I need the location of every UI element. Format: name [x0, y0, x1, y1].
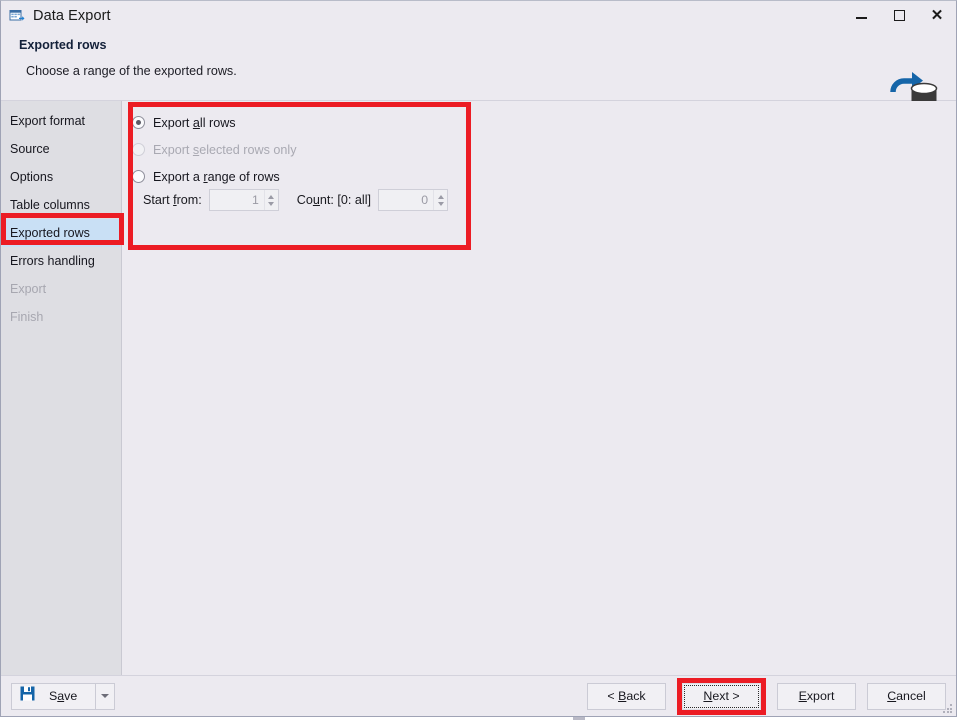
back-button-label: < Back	[607, 689, 646, 703]
next-button-label: Next >	[703, 689, 740, 703]
sidebar-item-exported-rows[interactable]: Exported rows	[2, 219, 120, 247]
save-button-label: Save	[49, 689, 78, 703]
save-dropdown-button[interactable]	[95, 683, 114, 709]
sidebar-item-errors-handling[interactable]: Errors handling	[2, 247, 120, 275]
start-from-spin-arrows[interactable]	[263, 190, 278, 210]
title-bar: Data Export ✕	[1, 1, 956, 30]
start-from-label: Start from:	[143, 193, 202, 207]
save-button-group[interactable]: Save	[11, 682, 116, 710]
cancel-button[interactable]: Cancel	[867, 682, 946, 710]
start-from-value[interactable]: 1	[210, 190, 264, 210]
sidebar-item-label: Export format	[10, 114, 86, 128]
next-button[interactable]: Next >	[682, 682, 761, 710]
sidebar-item-options[interactable]: Options	[2, 163, 120, 191]
sidebar-item-label: Source	[10, 142, 50, 156]
count-stepper[interactable]: 0	[378, 189, 449, 211]
resize-grip[interactable]	[943, 704, 953, 714]
data-export-window: Data Export ✕ Exported rows Choose a ran…	[0, 0, 957, 717]
count-value[interactable]: 0	[379, 190, 433, 210]
radio-export-all-rows[interactable]: Export all rows	[132, 109, 462, 136]
start-from-stepper[interactable]: 1	[208, 189, 279, 211]
minimize-icon[interactable]	[842, 1, 880, 30]
chevron-up-icon[interactable]	[437, 194, 444, 199]
range-inputs-row: Start from: 1 Count: [0: all] 0	[143, 189, 449, 211]
window-title: Data Export	[33, 7, 111, 24]
next-button-highlight: Next >	[677, 677, 766, 715]
sidebar-item-finish: Finish	[2, 303, 120, 331]
chevron-up-icon[interactable]	[268, 194, 275, 199]
wizard-content: Export all rows Export selected rows onl…	[122, 101, 956, 675]
chevron-down-icon[interactable]	[268, 201, 275, 206]
sidebar-item-table-columns[interactable]: Table columns	[2, 191, 120, 219]
back-button[interactable]: < Back	[587, 682, 666, 710]
footer-actions: < Back Next > Export Cancel	[587, 677, 946, 715]
export-rows-radio-group: Export all rows Export selected rows onl…	[132, 109, 462, 190]
radio-label: Export a range of rows	[153, 169, 280, 184]
sidebar-item-label: Export	[10, 282, 47, 296]
data-export-icon	[9, 8, 25, 24]
radio-label: Export selected rows only	[153, 142, 297, 157]
cancel-button-label: Cancel	[887, 689, 926, 703]
radio-indicator-icon	[132, 116, 145, 129]
maximize-icon[interactable]	[880, 1, 918, 30]
sidebar-item-label: Errors handling	[10, 254, 95, 268]
page-title: Exported rows	[19, 38, 107, 52]
wizard-header: Exported rows Choose a range of the expo…	[1, 30, 956, 107]
close-icon[interactable]: ✕	[918, 1, 956, 30]
count-label: Count: [0: all]	[296, 193, 372, 207]
save-disk-icon	[20, 686, 35, 706]
chevron-down-icon	[101, 694, 110, 698]
sidebar-item-export: Export	[2, 275, 120, 303]
wizard-sidebar: Export format Source Options Table colum…	[1, 101, 122, 675]
radio-export-selected-rows-only: Export selected rows only	[132, 136, 462, 163]
sidebar-item-label: Finish	[10, 310, 44, 324]
save-button[interactable]: Save	[12, 684, 95, 709]
radio-label: Export all rows	[153, 115, 236, 130]
sidebar-item-label: Exported rows	[10, 226, 90, 240]
window-controls: ✕	[842, 1, 956, 30]
sidebar-item-export-format[interactable]: Export format	[2, 107, 120, 135]
radio-indicator-icon	[132, 170, 145, 183]
export-button[interactable]: Export	[777, 682, 856, 710]
sidebar-item-label: Options	[10, 170, 54, 184]
radio-indicator-icon	[132, 143, 145, 156]
sidebar-item-label: Table columns	[10, 198, 90, 212]
page-subtitle: Choose a range of the exported rows.	[26, 64, 237, 78]
chevron-down-icon[interactable]	[437, 201, 444, 206]
body: Export format Source Options Table colum…	[1, 101, 956, 675]
wizard-footer: Save < Back Next > Export Cancel	[1, 675, 956, 716]
radio-export-range-of-rows[interactable]: Export a range of rows	[132, 163, 462, 190]
export-button-label: Export	[798, 689, 835, 703]
count-spin-arrows[interactable]	[433, 190, 447, 210]
sidebar-item-source[interactable]: Source	[2, 135, 120, 163]
